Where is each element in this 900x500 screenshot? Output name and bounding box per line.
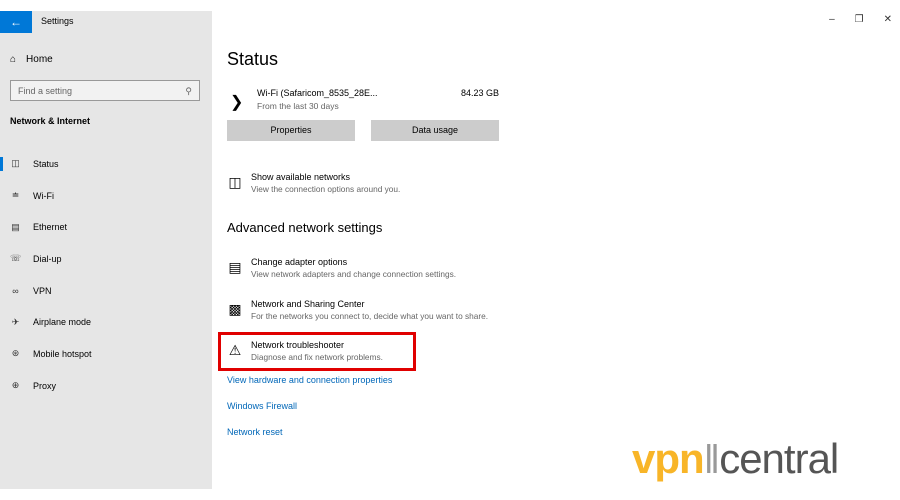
sidebar-item-proxy[interactable]: ⊕ Proxy — [0, 370, 212, 402]
adapter-icon: ▤ — [228, 259, 242, 275]
option-title: Show available networks — [251, 172, 351, 182]
hardware-properties-link[interactable]: View hardware and connection properties — [227, 375, 392, 385]
sidebar-item-vpn[interactable]: ∞ VPN — [0, 275, 212, 307]
properties-button[interactable]: Properties — [227, 120, 355, 141]
sidebar-item-label: Dial-up — [33, 253, 62, 264]
search-input[interactable]: Find a setting ⚲ — [10, 80, 200, 101]
sidebar-item-airplane[interactable]: ✈ Airplane mode — [0, 306, 212, 338]
vpn-icon: ∞ — [12, 285, 19, 296]
back-button[interactable]: ← — [0, 11, 32, 33]
advanced-heading: Advanced network settings — [227, 220, 383, 235]
sidebar-item-label: Mobile hotspot — [33, 348, 92, 359]
network-globe-icon: ◫ — [228, 174, 242, 190]
sidebar-item-ethernet[interactable]: ▤ Ethernet — [0, 211, 212, 243]
status-globe-icon: ◫ — [11, 158, 20, 169]
home-icon: ⌂ — [10, 54, 17, 65]
wifi-icon: ≐ — [11, 190, 20, 201]
app-title: Settings — [41, 16, 74, 26]
logo-part-vpn: vpn — [632, 435, 705, 482]
wifi-signal-icon: ❯ — [230, 94, 244, 111]
logo-part-central: central — [719, 435, 839, 482]
ethernet-icon: ▤ — [11, 221, 20, 232]
connection-name: Wi-Fi (Safaricom_8535_28E... — [257, 88, 378, 98]
sidebar: ← Settings ⌂ Home Find a setting ⚲ Network… — [0, 11, 212, 489]
option-description: Diagnose and fix network problems. — [251, 352, 383, 362]
globe-icon: ⊕ — [11, 380, 20, 391]
shield-separator-icon: ‖ — [703, 438, 721, 482]
section-heading: Network & Internet — [10, 116, 91, 126]
warning-icon: ⚠ — [228, 342, 242, 358]
home-nav[interactable]: ⌂ Home — [10, 54, 53, 65]
sidebar-item-label: Status — [33, 158, 59, 169]
option-description: View the connection options around you. — [251, 184, 401, 194]
search-placeholder: Find a setting — [18, 86, 73, 96]
search-icon: ⚲ — [185, 86, 192, 96]
sidebar-item-dialup[interactable]: ☏ Dial-up — [0, 243, 212, 275]
sidebar-item-label: Wi-Fi — [33, 190, 54, 201]
connection-period: From the last 30 days — [257, 101, 339, 111]
home-label: Home — [26, 54, 53, 65]
sidebar-item-label: Airplane mode — [33, 317, 92, 328]
option-title: Network and Sharing Center — [251, 299, 365, 309]
sidebar-item-label: Ethernet — [33, 222, 68, 233]
data-usage-amount: 84.23 GB — [460, 88, 499, 98]
airplane-icon: ✈ — [11, 316, 20, 327]
data-usage-button[interactable]: Data usage — [371, 120, 499, 141]
sidebar-item-wifi[interactable]: ≐ Wi-Fi — [0, 180, 212, 212]
sidebar-item-label: Proxy — [33, 380, 57, 391]
page-title: Status — [227, 49, 279, 69]
dialup-icon: ☏ — [10, 253, 22, 264]
restore-button[interactable]: ❐ — [855, 14, 864, 25]
network-reset-link[interactable]: Network reset — [227, 427, 283, 437]
window-controls: – ❐ ✕ — [829, 14, 892, 25]
windows-firewall-link[interactable]: Windows Firewall — [227, 401, 297, 411]
vpncentral-watermark-logo: vpn‖central — [632, 435, 839, 483]
sidebar-item-label: VPN — [33, 285, 52, 296]
option-title: Change adapter options — [251, 257, 348, 267]
sidebar-nav: ◫ Status ≐ Wi-Fi ▤ Ethernet ☏ Dial-up ∞ VPN ✈… — [0, 148, 212, 402]
option-description: For the networks you connect to, decide … — [251, 311, 489, 321]
sharing-center-icon: ▩ — [228, 301, 242, 317]
hotspot-icon: ⊛ — [11, 348, 20, 359]
sidebar-item-hotspot[interactable]: ⊛ Mobile hotspot — [0, 338, 212, 370]
option-title: Network troubleshooter — [251, 340, 345, 350]
close-button[interactable]: ✕ — [884, 14, 892, 25]
sidebar-item-status[interactable]: ◫ Status — [0, 148, 212, 180]
option-description: View network adapters and change connect… — [251, 269, 457, 279]
minimize-button[interactable]: – — [829, 14, 835, 25]
